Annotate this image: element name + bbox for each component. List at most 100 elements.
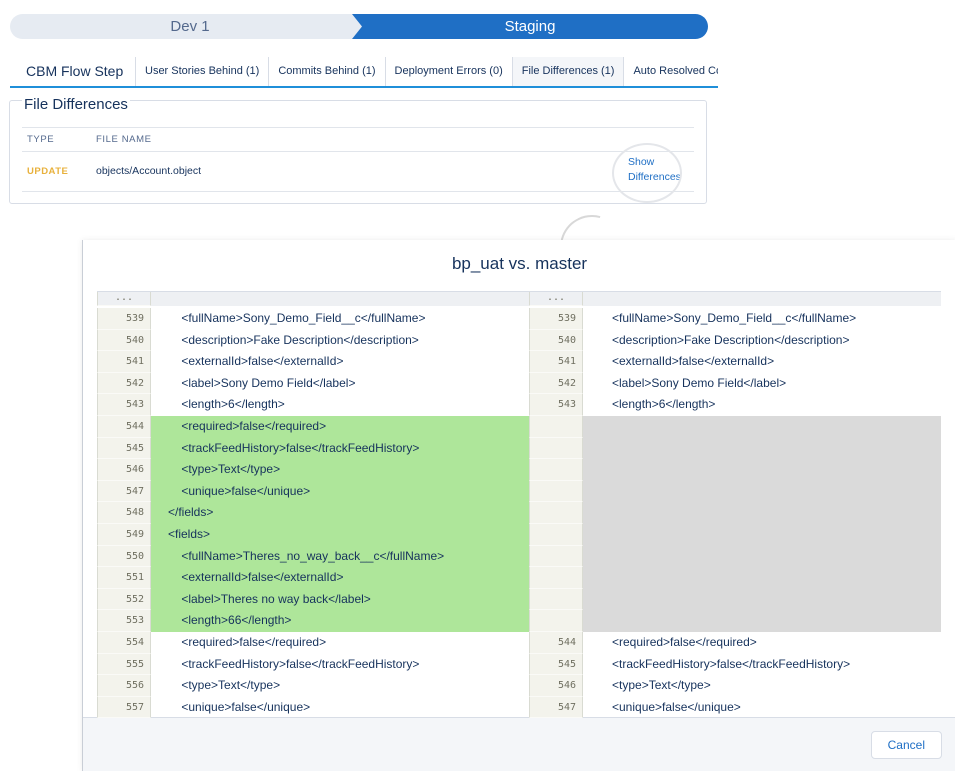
column-header-file-name: FILE NAME (96, 134, 152, 145)
line-number-right: 545 (529, 653, 583, 676)
diff-row: 556 <type>Text</type> 546 <type>Text</type… (97, 675, 941, 697)
line-number-left: 550 (97, 545, 151, 568)
code-right (583, 459, 941, 481)
modal-title: bp_uat vs. master (451, 254, 588, 273)
code-right (583, 437, 941, 460)
code-left: <unique>false</unique> (168, 699, 311, 714)
row-type-badge: UPDATE (27, 166, 69, 177)
line-number-left: 546 (97, 459, 151, 481)
diff-row: 552 <label>Theres no way back</label> (97, 588, 941, 611)
line-number-right (529, 416, 583, 438)
code-right: <label>Sony Demo Field</label> (612, 375, 787, 390)
modal-footer: Cancel (83, 717, 955, 771)
file-differences-card: File Differences TYPE FILE NAME UPDATE o… (9, 96, 707, 204)
line-number-right (529, 524, 583, 546)
code-right (583, 545, 941, 568)
code-left: <description>Fake Description</descripti… (168, 332, 419, 347)
code-left: <externalId>false</externalId> (151, 567, 529, 589)
path-step-staging[interactable]: Staging (352, 14, 708, 39)
code-left: <fields> (151, 524, 529, 546)
code-left: <unique>false</unique> (151, 480, 529, 503)
tab-cbm-flow-step[interactable]: CBM Flow Step (10, 57, 136, 86)
code-left: <label>Sony Demo Field</label> (168, 375, 356, 390)
row-file-name: objects/Account.object (96, 165, 202, 177)
diff-row: 550 <fullName>Theres_no_way_back__c</ful… (97, 545, 941, 568)
code-right: <description>Fake Description</descripti… (612, 332, 850, 347)
line-number-right: 546 (529, 675, 583, 697)
line-number-left: 548 (97, 502, 151, 524)
line-number-left: 542 (97, 372, 151, 395)
diff-row: 541 <externalId>false</externalId> 541 <ex… (97, 351, 941, 373)
diff-row: 542 <label>Sony Demo Field</label> 542 <la… (97, 372, 941, 395)
code-right (583, 588, 941, 611)
tab-user-stories-behind[interactable]: User Stories Behind (1) (136, 57, 270, 86)
line-number-left: 545 (97, 437, 151, 460)
diff-row: 549 <fields> (97, 524, 941, 546)
code-left: </fields> (151, 502, 529, 524)
line-number-left: 539 (97, 308, 151, 330)
code-right: <trackFeedHistory>false</trackFeedHistor… (612, 656, 851, 671)
line-number-left: 549 (97, 524, 151, 546)
code-right (583, 416, 941, 438)
diff-row: 555 <trackFeedHistory>false</trackFeedHi… (97, 653, 941, 676)
tab-file-differences[interactable]: File Differences (1) (512, 57, 625, 86)
line-number-left: 544 (97, 416, 151, 438)
divider (22, 191, 694, 192)
diff-row: 548 </fields> (97, 502, 941, 524)
line-number-left: ... (97, 292, 151, 306)
code-right (583, 292, 941, 306)
line-number-right (529, 545, 583, 568)
line-number-left: 556 (97, 675, 151, 697)
diff-row: 540 <description>Fake Description</descr… (97, 329, 941, 352)
line-number-left: 552 (97, 588, 151, 611)
tab-auto-resolved-conflicts[interactable]: Auto Resolved Conflicts (1 (624, 57, 718, 86)
cancel-button[interactable]: Cancel (870, 731, 942, 759)
divider (22, 151, 694, 152)
code-left: <trackFeedHistory>false</trackFeedHistor… (151, 437, 529, 460)
path-step-dev1[interactable]: Dev 1 (10, 14, 370, 39)
code-left (151, 292, 529, 306)
tab-commits-behind[interactable]: Commits Behind (1) (269, 57, 386, 86)
line-number-left: 553 (97, 610, 151, 632)
line-number-right: 547 (529, 696, 583, 719)
tab-deployment-errors[interactable]: Deployment Errors (0) (386, 57, 513, 86)
code-left: <fullName>Theres_no_way_back__c</fullNam… (151, 545, 529, 568)
line-number-right: 544 (529, 632, 583, 654)
code-right: <fullName>Sony_Demo_Field__c</fullName> (612, 311, 857, 325)
code-left: <required>false</required> (151, 416, 529, 438)
line-number-right (529, 567, 583, 589)
diff-viewer[interactable]: ... ... 539 <fullName>Sony_Demo_Field__c… (97, 291, 941, 719)
code-left: <fullName>Sony_Demo_Field__c</fullName> (168, 311, 426, 325)
line-number-right (529, 588, 583, 611)
line-number-right: 543 (529, 394, 583, 416)
line-number-right: 540 (529, 329, 583, 352)
code-left: <trackFeedHistory>false</trackFeedHistor… (168, 656, 420, 671)
line-number-right: 541 (529, 351, 583, 373)
magnifier-highlight-icon (612, 143, 682, 203)
tab-bar: CBM Flow Step User Stories Behind (1) Co… (10, 57, 718, 88)
code-left: <label>Theres no way back</label> (151, 588, 529, 611)
code-right (583, 610, 941, 632)
diff-row: 545 <trackFeedHistory>false</trackFeedHi… (97, 437, 941, 460)
code-left: <length>66</length> (151, 610, 529, 632)
diff-row: 546 <type>Text</type> (97, 459, 941, 481)
line-number-right: 539 (529, 308, 583, 330)
line-number-left: 555 (97, 653, 151, 676)
line-number-right: 542 (529, 372, 583, 395)
line-number-left: 554 (97, 632, 151, 654)
code-left: <type>Text</type> (151, 459, 529, 481)
line-number-left: 551 (97, 567, 151, 589)
code-right: <type>Text</type> (612, 678, 711, 693)
diff-row: 554 <required>false</required> 544 <requir… (97, 632, 941, 654)
code-right: <unique>false</unique> (612, 699, 741, 714)
divider (22, 127, 694, 128)
diff-row: 547 <unique>false</unique> (97, 480, 941, 503)
diff-ellipsis-row: ... ... (97, 292, 941, 306)
diff-row: 543 <length>6</length> 543 <length>6</leng… (97, 394, 941, 416)
line-number-left: 541 (97, 351, 151, 373)
diff-row: 553 <length>66</length> (97, 610, 941, 632)
line-number-right (529, 437, 583, 460)
line-number-left: 547 (97, 480, 151, 503)
code-left: <length>6</length> (168, 397, 285, 412)
code-left: <required>false</required> (168, 635, 327, 649)
